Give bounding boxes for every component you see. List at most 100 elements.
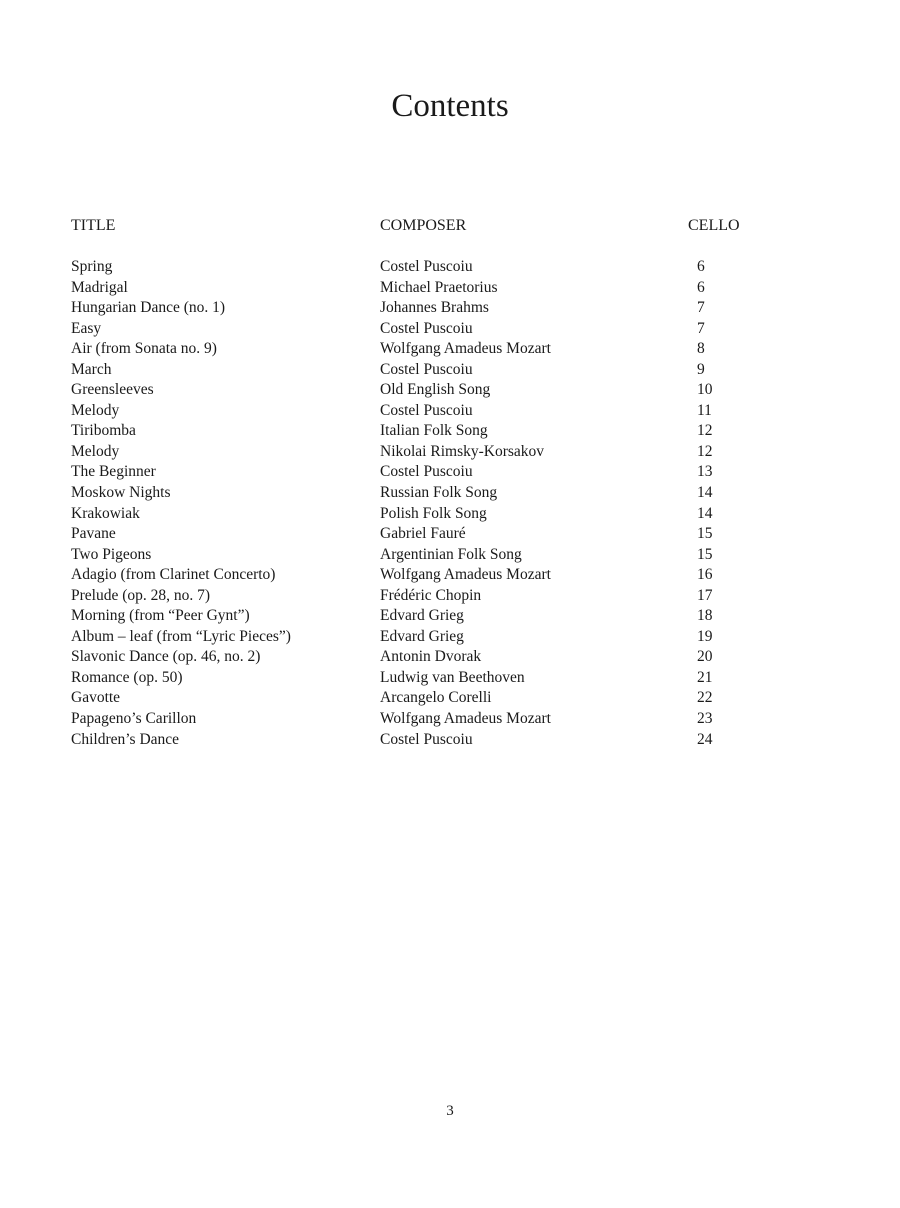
contents-entry: March Costel Puscoiu 9 [0,360,900,381]
entry-composer: Frédéric Chopin [380,586,482,604]
entry-title: Pavane [71,525,116,543]
entry-page: 20 [697,648,713,666]
entry-page: 8 [697,340,705,358]
column-header-title: TITLE [71,217,116,234]
entry-title: Krakowiak [71,504,140,522]
entry-composer: Costel Puscoiu [380,401,473,419]
entry-composer: Nikolai Rimsky-Korsakov [380,442,545,460]
entry-composer: Old English Song [380,381,491,399]
contents-entry: Hungarian Dance (no. 1) Johannes Brahms 7 [0,298,900,319]
entry-composer: Johannes Brahms [380,299,489,317]
entry-composer: Edvard Grieg [380,607,464,625]
entry-title: Easy [71,319,102,337]
entry-title: Moskow Nights [71,484,171,502]
entry-composer: Wolfgang Amadeus Mozart [380,340,551,358]
entry-page: 12 [697,442,713,460]
contents-entry: Tiribomba Italian Folk Song 12 [0,421,900,442]
contents-entry: Romance (op. 50) Ludwig van Beethoven 21 [0,668,900,689]
entry-page: 6 [697,258,705,275]
entry-composer: Costel Puscoiu [380,463,473,481]
contents-entry: Prelude (op. 28, no. 7) Frédéric Chopin 17 [0,586,900,607]
entry-title: Morning (from “Peer Gynt”) [71,607,250,625]
contents-entry: Adagio (from Clarinet Concerto) Wolfgang … [0,565,900,586]
contents-entry: Melody Nikolai Rimsky-Korsakov 12 [0,442,900,463]
entry-composer: Costel Puscoiu [380,258,473,275]
contents-entry: Album – leaf (from “Lyric Pieces”) Edvard… [0,627,900,648]
contents-entry: Children’s Dance Costel Puscoiu 24 [0,730,900,751]
entry-page: 14 [697,484,713,502]
entry-composer: Russian Folk Song [380,484,498,502]
contents-entry: Greensleeves Old English Song 10 [0,380,900,401]
entry-title: Greensleeves [71,381,154,399]
page-number: 3 [446,1103,454,1119]
entry-composer: Antonin Dvorak [380,648,482,666]
contents-entry: Slavonic Dance (op. 46, no. 2) Antonin Dv… [0,647,900,668]
entry-composer: Gabriel Fauré [380,525,466,543]
entry-page: 16 [697,566,713,584]
contents-entry: Morning (from “Peer Gynt”) Edvard Grieg 18 [0,606,900,627]
entry-title: Spring [71,258,113,275]
entry-page: 6 [697,278,705,296]
entry-composer: Edvard Grieg [380,627,464,645]
entry-page: 9 [697,360,705,378]
entry-title: Melody [71,442,120,460]
contents-list: Spring Costel Puscoiu 6 Madrigal Michael Pra… [0,257,900,750]
entry-page: 22 [697,689,713,707]
entry-title: Gavotte [71,689,121,707]
entry-composer: Costel Puscoiu [380,319,473,337]
entry-composer: Italian Folk Song [380,422,488,440]
entry-composer: Ludwig van Beethoven [380,668,525,686]
entry-title: Children’s Dance [71,730,180,748]
column-header-composer: COMPOSER [380,217,467,234]
entry-page: 13 [697,463,713,481]
entry-composer: Argentinian Folk Song [380,545,522,563]
entry-composer: Wolfgang Amadeus Mozart [380,566,551,584]
entry-title: Album – leaf (from “Lyric Pieces”) [71,627,291,645]
entry-page: 14 [697,504,713,522]
entry-composer: Costel Puscoiu [380,730,473,748]
entry-title: Melody [71,401,120,419]
entry-page: 19 [697,627,713,645]
contents-entry: Moskow Nights Russian Folk Song 14 [0,483,900,504]
contents-entry: Madrigal Michael Praetorius 6 [0,278,900,299]
entry-page: 10 [697,381,713,399]
entry-page: 21 [697,668,713,686]
entry-composer: Arcangelo Corelli [380,689,492,707]
entry-composer: Michael Praetorius [380,278,498,296]
contents-entry: Melody Costel Puscoiu 11 [0,401,900,422]
entry-title: Slavonic Dance (op. 46, no. 2) [71,648,261,666]
page-title: Contents [391,88,509,124]
contents-entry: Gavotte Arcangelo Corelli 22 [0,688,900,709]
contents-entry: Krakowiak Polish Folk Song 14 [0,504,900,525]
entry-page: 18 [697,607,713,625]
entry-title: Hungarian Dance (no. 1) [71,299,226,317]
entry-title: Adagio (from Clarinet Concerto) [71,566,276,584]
entry-page: 11 [697,401,712,419]
contents-entry: Papageno’s Carillon Wolfgang Amadeus Moza… [0,709,900,730]
entry-title: Prelude (op. 28, no. 7) [71,586,211,604]
entry-title: Tiribomba [71,422,136,440]
entry-title: Papageno’s Carillon [71,710,197,728]
column-header-cello: CELLO [688,217,740,234]
entry-title: March [71,360,112,378]
entry-page: 7 [697,299,705,317]
entry-page: 23 [697,710,713,728]
entry-page: 15 [697,545,713,563]
contents-entry: Two Pigeons Argentinian Folk Song 15 [0,545,900,566]
entry-page: 7 [697,319,705,337]
entry-title: Two Pigeons [71,545,152,563]
entry-title: Romance (op. 50) [71,668,183,686]
contents-entry: Spring Costel Puscoiu 6 [0,257,900,278]
contents-entry: Pavane Gabriel Fauré 15 [0,524,900,545]
entry-page: 12 [697,422,713,440]
contents-entry: Air (from Sonata no. 9) Wolfgang Amadeus … [0,339,900,360]
contents-entry: The Beginner Costel Puscoiu 13 [0,462,900,483]
entry-page: 24 [697,730,713,748]
entry-title: Air (from Sonata no. 9) [71,340,217,358]
entry-page: 15 [697,525,713,543]
entry-composer: Wolfgang Amadeus Mozart [380,710,551,728]
entry-title: The Beginner [71,463,156,481]
entry-page: 17 [697,586,713,604]
entry-title: Madrigal [71,278,128,296]
contents-entry: Easy Costel Puscoiu 7 [0,319,900,340]
